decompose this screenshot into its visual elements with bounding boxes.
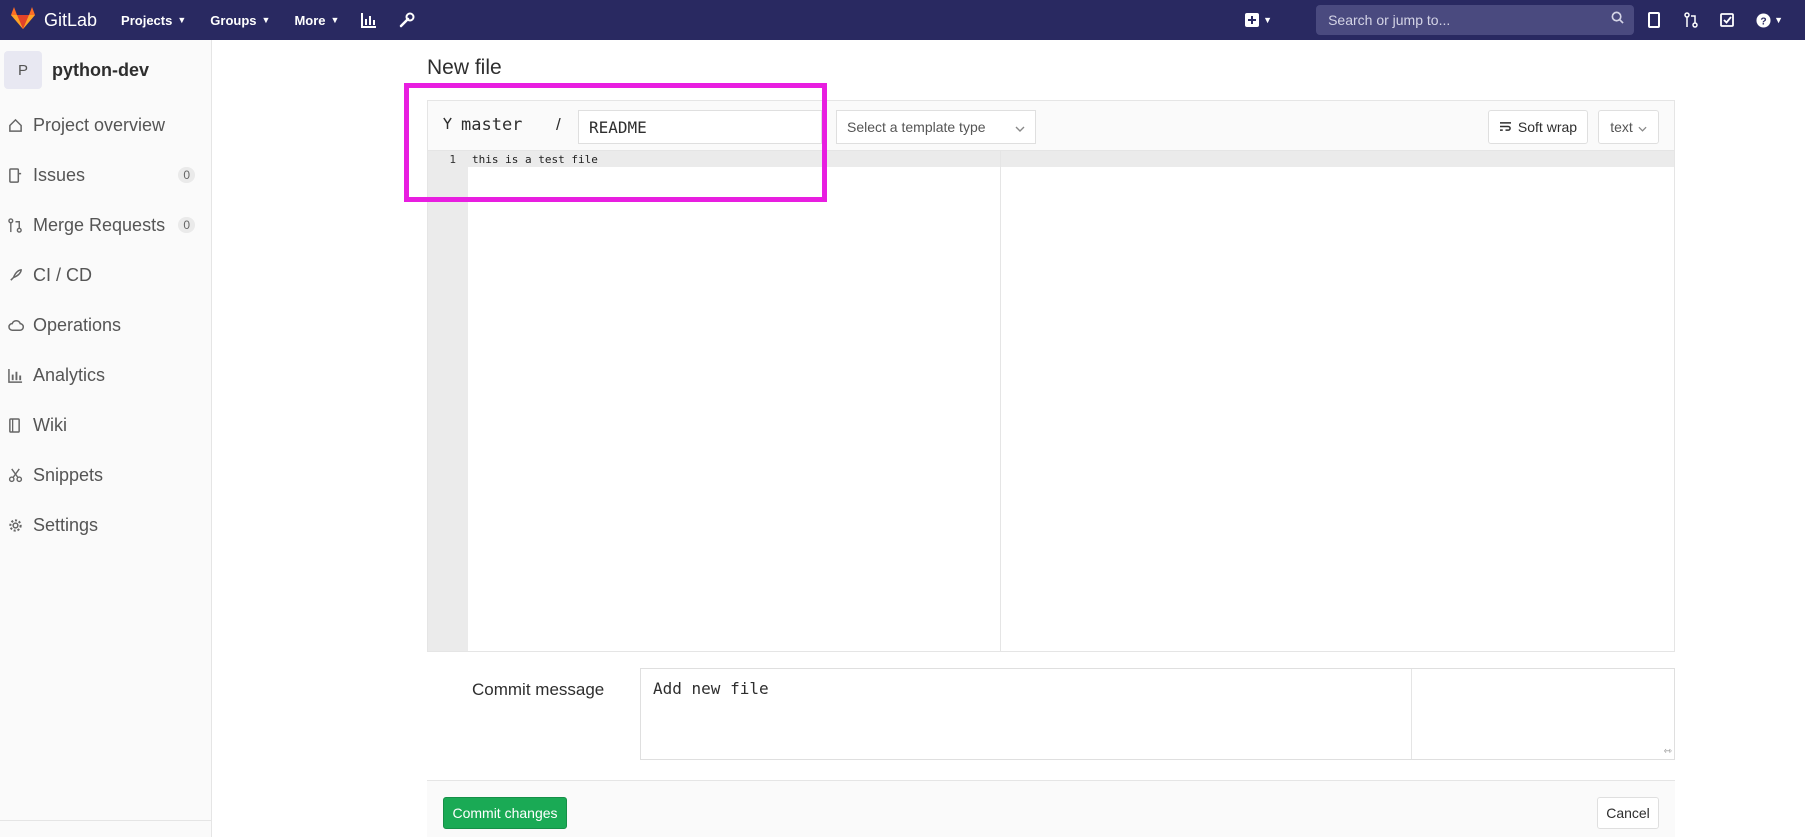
- cancel-button[interactable]: Cancel: [1597, 797, 1659, 829]
- gear-icon: [8, 517, 24, 533]
- groups-menu-label: Groups: [210, 12, 257, 28]
- groups-menu[interactable]: Groups ▼: [210, 13, 270, 28]
- sidebar-item-snippets[interactable]: Snippets: [0, 450, 211, 500]
- template-type-select[interactable]: Select a template type: [836, 110, 1036, 144]
- merge-requests-count-badge: 0: [178, 217, 195, 233]
- merge-request-icon: [8, 217, 24, 233]
- branch-indicator: master: [442, 115, 522, 135]
- projects-menu[interactable]: Projects ▼: [121, 13, 186, 28]
- project-sidebar: P python-dev Project overview Issues 0 M…: [0, 40, 212, 837]
- editor-gutter: 1: [428, 151, 468, 651]
- template-type-label: Select a template type: [847, 119, 986, 135]
- chevron-down-icon: ▼: [261, 15, 271, 25]
- sidebar-item-label: Settings: [33, 514, 99, 535]
- chevron-down-icon: ▼: [330, 15, 340, 25]
- commit-message-box: Add new file ⇿: [640, 668, 1675, 760]
- sidebar-item-label: Merge Requests: [33, 214, 166, 235]
- sidebar-item-label: Project overview: [33, 114, 166, 135]
- chevron-down-icon: [1638, 119, 1647, 135]
- projects-menu-label: Projects: [121, 12, 173, 28]
- sidebar-item-merge-requests[interactable]: Merge Requests 0: [0, 200, 211, 250]
- sidebar-item-label: Analytics: [33, 364, 106, 385]
- file-editor-header: master / Select a template type Soft wra…: [428, 101, 1674, 151]
- print-margin-line: [1000, 151, 1001, 651]
- project-name: python-dev: [52, 59, 149, 80]
- soft-wrap-icon: [1499, 119, 1512, 135]
- commit-changes-button[interactable]: Commit changes: [443, 797, 567, 829]
- chart-icon: [8, 367, 24, 383]
- issues-icon[interactable]: [1648, 12, 1662, 28]
- path-separator: /: [556, 115, 561, 134]
- search-input[interactable]: [1326, 11, 1591, 29]
- sidebar-collapse-bar[interactable]: [0, 820, 211, 837]
- todo-check-icon[interactable]: [1720, 13, 1734, 27]
- commit-message-divider: [1411, 669, 1412, 759]
- commit-message-label: Commit message: [472, 680, 605, 699]
- soft-wrap-button[interactable]: Soft wrap: [1488, 110, 1588, 144]
- sidebar-item-label: CI / CD: [33, 264, 93, 285]
- more-menu-label: More: [294, 12, 326, 28]
- sidebar-item-ci-cd[interactable]: CI / CD: [0, 250, 211, 300]
- cloud-gear-icon: [8, 317, 24, 333]
- more-menu[interactable]: More ▼: [294, 13, 339, 28]
- help-icon[interactable]: ? ▼: [1756, 12, 1783, 28]
- branch-name: master: [461, 115, 523, 135]
- soft-wrap-label: Soft wrap: [1517, 119, 1578, 135]
- file-mode-label: text: [1610, 119, 1633, 135]
- chevron-down-icon: ▼: [177, 15, 187, 25]
- home-icon: [8, 117, 24, 133]
- form-actions: Commit changes Cancel: [427, 780, 1675, 837]
- admin-wrench-icon[interactable]: [399, 12, 415, 28]
- gitlab-home-link[interactable]: GitLab: [10, 6, 97, 35]
- issues-count-badge: 0: [178, 167, 195, 183]
- sidebar-item-label: Operations: [33, 314, 122, 335]
- file-mode-select[interactable]: text: [1598, 110, 1659, 144]
- code-line[interactable]: this is a test file: [472, 153, 598, 166]
- search-icon: [1611, 11, 1624, 29]
- avatar: P: [4, 51, 42, 89]
- sidebar-item-label: Snippets: [33, 464, 104, 485]
- chevron-down-icon: [1015, 119, 1025, 135]
- sidebar-item-analytics[interactable]: Analytics: [0, 350, 211, 400]
- file-editor: master / Select a template type Soft wra…: [427, 100, 1675, 652]
- book-icon: [8, 417, 24, 433]
- scissors-icon: [8, 467, 24, 483]
- brand-name: GitLab: [44, 9, 98, 30]
- sidebar-item-label: Wiki: [33, 414, 67, 435]
- chevron-down-icon: ▼: [1774, 15, 1783, 25]
- rocket-icon: [8, 267, 24, 283]
- active-line-highlight: [468, 151, 1674, 167]
- merge-request-icon[interactable]: [1684, 12, 1698, 28]
- top-navbar: GitLab Projects ▼ Groups ▼ More ▼ ▼ Sear…: [0, 0, 1805, 40]
- sidebar-item-operations[interactable]: Operations: [0, 300, 211, 350]
- new-item-plus-icon[interactable]: ▼: [1245, 13, 1272, 27]
- sidebar-item-project-overview[interactable]: Project overview: [0, 100, 211, 150]
- resize-handle-icon[interactable]: ⇿: [1664, 746, 1672, 757]
- search-box[interactable]: [1316, 5, 1635, 35]
- line-number: 1: [449, 153, 456, 166]
- commit-message-input[interactable]: Add new file: [641, 669, 1411, 759]
- sidebar-item-settings[interactable]: Settings: [0, 500, 211, 550]
- chevron-down-icon: ▼: [1263, 15, 1273, 25]
- branch-fork-icon: [442, 115, 453, 135]
- analytics-chart-icon[interactable]: [361, 12, 377, 28]
- svg-text:?: ?: [1760, 16, 1766, 27]
- file-name-input[interactable]: [578, 110, 822, 144]
- sidebar-item-wiki[interactable]: Wiki: [0, 400, 211, 450]
- project-header[interactable]: P python-dev: [0, 40, 211, 100]
- sidebar-item-label: Issues: [33, 164, 86, 185]
- gitlab-logo-icon: [10, 6, 36, 35]
- sidebar-item-issues[interactable]: Issues 0: [0, 150, 211, 200]
- issues-icon: [8, 167, 24, 183]
- page-title: New file: [427, 56, 502, 79]
